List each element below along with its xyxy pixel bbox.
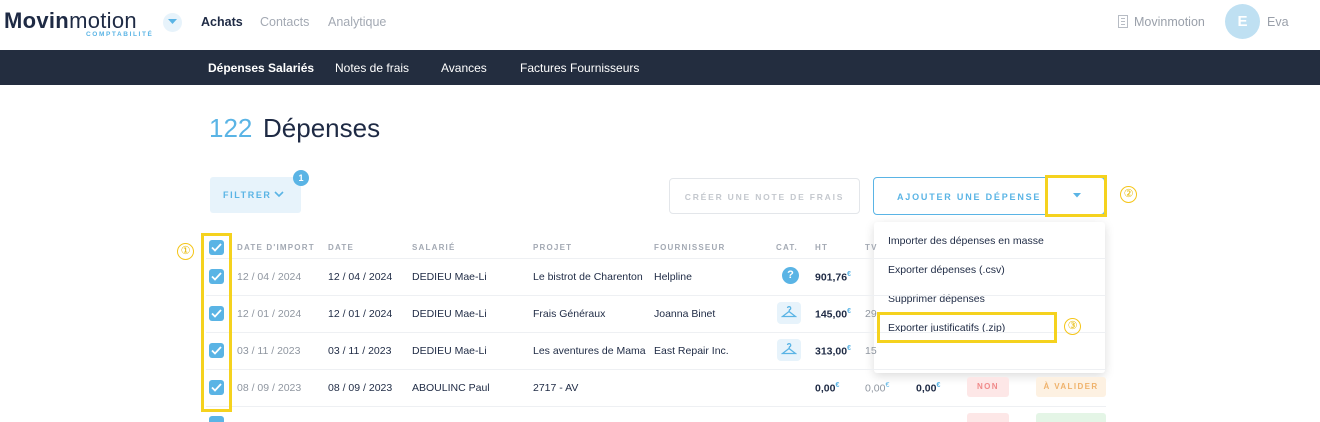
- highlight-checkbox-column: [201, 233, 232, 412]
- create-expense-note-label: CRÉER UNE NOTE DE FRAIS: [684, 192, 845, 202]
- chevron-down-icon: [274, 191, 284, 198]
- tab-depenses-salaries[interactable]: Dépenses Salariés: [208, 61, 314, 75]
- validation-status-badge[interactable]: À VALIDER: [1036, 377, 1106, 397]
- column-header-ht[interactable]: HT: [815, 243, 828, 252]
- tab-avances[interactable]: Avances: [441, 61, 487, 75]
- filter-count-badge: 1: [293, 170, 309, 186]
- row-amount-ht: 145,00€: [815, 308, 852, 321]
- column-header-employee[interactable]: SALARIÉ: [412, 243, 456, 252]
- row-amount-tva: 29: [865, 308, 877, 320]
- annotation-marker-3: ③: [1064, 318, 1081, 335]
- row-supplier: Helpline: [654, 271, 692, 283]
- row-employee: DEDIEU Mae-Li: [412, 345, 487, 357]
- row-amount-ht: 901,76€: [815, 271, 852, 284]
- tab-factures-fournisseurs[interactable]: Factures Fournisseurs: [520, 61, 639, 75]
- row-import-date: 08 / 09 / 2023: [237, 382, 302, 394]
- topnav-contacts[interactable]: Contacts: [260, 15, 309, 29]
- row-divider: [206, 406, 1106, 407]
- hanger-icon: [781, 343, 797, 355]
- user-avatar[interactable]: E: [1225, 4, 1260, 39]
- row-project: Frais Généraux: [533, 308, 606, 320]
- topnav-analytique[interactable]: Analytique: [328, 15, 386, 29]
- topnav-achats[interactable]: Achats: [201, 15, 243, 29]
- row-import-date: 03 / 11 / 2023: [237, 345, 301, 357]
- column-header-supplier[interactable]: FOURNISSEUR: [654, 243, 725, 252]
- row-divider: [206, 258, 1106, 259]
- row-amount-ttc: 0,00€: [916, 382, 941, 395]
- help-icon[interactable]: ?: [782, 267, 799, 284]
- page-title: Dépenses: [263, 113, 381, 143]
- row-import-date: 12 / 04 / 2024: [237, 271, 302, 283]
- row-amount-ht: 313,00€: [815, 345, 852, 358]
- caret-down-icon: [168, 19, 177, 24]
- row-amount-tva: 15: [865, 345, 877, 357]
- receipt-status-badge: [967, 413, 1009, 422]
- row-divider: [206, 369, 1106, 370]
- column-header-project[interactable]: PROJET: [533, 243, 572, 252]
- row-date: 08 / 09 / 2023: [328, 382, 393, 394]
- menu-item-export-csv[interactable]: Exporter dépenses (.csv): [888, 264, 1005, 276]
- add-expense-label: AJOUTER UNE DÉPENSE: [897, 192, 1042, 202]
- highlight-export-zip: [877, 312, 1057, 343]
- column-header-date[interactable]: DATE: [328, 243, 354, 252]
- user-name[interactable]: Eva: [1267, 15, 1289, 29]
- row-date: 03 / 11 / 2023: [328, 345, 392, 357]
- annotation-marker-1: ①: [177, 243, 194, 260]
- add-expense-dropdown-menu: Importer des dépenses en masse Exporter …: [874, 222, 1105, 373]
- column-header-import-date[interactable]: DATE D'IMPORT: [237, 243, 315, 252]
- filter-button[interactable]: FILTRER: [210, 177, 301, 213]
- building-icon: [1118, 15, 1128, 28]
- annotation-marker-2: ②: [1120, 186, 1137, 203]
- top-bar: Movinmotion COMPTABILITÉ Achats Contacts…: [0, 0, 1320, 50]
- row-checkbox[interactable]: [209, 416, 224, 422]
- row-amount-ht: 0,00€: [815, 382, 840, 395]
- row-employee: DEDIEU Mae-Li: [412, 308, 487, 320]
- app-switcher-button[interactable]: [163, 13, 182, 32]
- row-employee: ABOULINC Paul: [412, 382, 490, 394]
- filter-label: FILTRER: [223, 190, 272, 200]
- category-badge: [777, 339, 801, 361]
- movinmotion-logo[interactable]: Movinmotion COMPTABILITÉ: [4, 8, 152, 38]
- row-import-date: 12 / 01 / 2024: [237, 308, 302, 320]
- receipt-status-badge: NON: [967, 377, 1009, 397]
- expense-count: 122: [209, 113, 253, 143]
- row-supplier: Joanna Binet: [654, 308, 716, 320]
- tab-notes-de-frais[interactable]: Notes de frais: [335, 61, 409, 75]
- row-project: Les aventures de Mama: [533, 345, 646, 357]
- row-amount-tva: 0,00€: [865, 382, 890, 395]
- organization-name[interactable]: Movinmotion: [1134, 15, 1205, 29]
- row-supplier: East Repair Inc.: [654, 345, 729, 357]
- category-badge: [777, 302, 801, 324]
- sub-navigation: Dépenses Salariés Notes de frais Avances…: [0, 50, 1320, 85]
- validation-status-badge[interactable]: [1036, 413, 1106, 422]
- row-date: 12 / 01 / 2024: [328, 308, 393, 320]
- column-header-tva[interactable]: TV: [865, 243, 878, 252]
- hanger-icon: [781, 306, 797, 318]
- highlight-dropdown-toggle: [1045, 175, 1107, 217]
- row-project: 2717 - AV: [533, 382, 579, 394]
- menu-item-import-bulk[interactable]: Importer des dépenses en masse: [888, 235, 1044, 247]
- logo-subtitle: COMPTABILITÉ: [86, 31, 154, 38]
- row-date: 12 / 04 / 2024: [328, 271, 393, 283]
- row-employee: DEDIEU Mae-Li: [412, 271, 487, 283]
- create-expense-note-button[interactable]: CRÉER UNE NOTE DE FRAIS: [669, 178, 860, 214]
- column-header-category[interactable]: CAT.: [776, 243, 798, 252]
- row-divider: [206, 295, 1106, 296]
- row-project: Le bistrot de Charenton: [533, 271, 643, 283]
